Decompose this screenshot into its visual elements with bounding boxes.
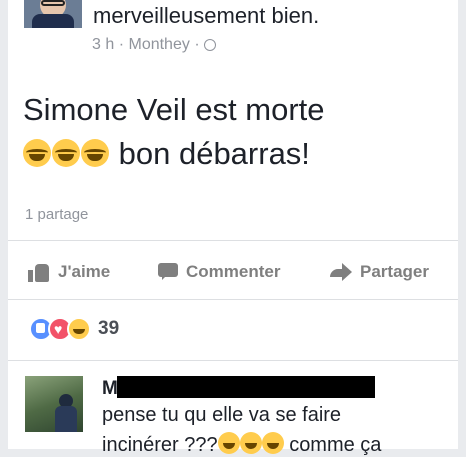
share-count[interactable]: 1 partage <box>25 206 88 223</box>
comment-text-line-1: pense tu qu elle va se faire <box>102 404 342 426</box>
commenter-avatar[interactable] <box>25 376 83 432</box>
post-location[interactable]: Monthey <box>128 36 189 53</box>
comment-label: Commenter <box>186 262 281 281</box>
like-label: J'aime <box>58 262 111 281</box>
reaction-count: 39 <box>98 318 120 339</box>
post-body-line-2: bon débarras! <box>23 132 325 176</box>
comment-text-line-2: incinérer ??? comme ça <box>102 432 381 457</box>
tears-of-joy-emoji-icon <box>52 139 80 167</box>
share-arrow-icon <box>330 263 352 281</box>
share-label: Partager <box>360 262 429 281</box>
post-body-line-2-text: bon débarras! <box>118 136 310 171</box>
meta-separator-2: · <box>194 36 200 53</box>
reactions-summary[interactable]: 39 <box>29 317 119 341</box>
thumbs-up-icon <box>28 262 50 282</box>
meta-separator: · <box>118 36 125 53</box>
avatar-figure-body <box>55 406 77 432</box>
commenter-name[interactable]: M <box>102 378 118 400</box>
comment-text-line-2-start: incinérer ??? <box>102 434 218 456</box>
comment-text-line-2-end: comme ça <box>289 434 382 456</box>
author-avatar[interactable] <box>24 0 82 28</box>
post-body-line-1: Simone Veil est morte <box>23 92 325 127</box>
avatar-glasses <box>41 0 65 6</box>
tears-of-joy-emoji-icon <box>23 139 51 167</box>
name-redaction-bar <box>117 376 375 398</box>
post-body: Simone Veil est morte bon débarras! <box>23 88 325 176</box>
comment-bubble-icon <box>158 263 178 281</box>
post-meta: 3 h · Monthey · <box>92 36 217 54</box>
post-header-text: merveilleusement bien. <box>93 3 320 28</box>
tears-of-joy-emoji-icon <box>261 432 284 454</box>
comment-button[interactable]: Commenter <box>158 262 280 282</box>
like-button[interactable]: J'aime <box>28 262 110 282</box>
post-card: merveilleusement bien. 3 h · Monthey · S… <box>8 0 458 456</box>
globe-icon <box>204 38 217 51</box>
haha-reaction-icon <box>67 317 91 341</box>
tears-of-joy-emoji-icon <box>239 432 262 454</box>
divider <box>8 240 458 241</box>
tears-of-joy-emoji-icon <box>81 139 109 167</box>
divider <box>8 360 458 361</box>
tears-of-joy-emoji-icon <box>217 432 240 454</box>
post-time[interactable]: 3 h <box>92 36 114 53</box>
avatar-collar <box>32 14 74 28</box>
share-button[interactable]: Partager <box>330 262 429 282</box>
divider <box>8 299 458 300</box>
